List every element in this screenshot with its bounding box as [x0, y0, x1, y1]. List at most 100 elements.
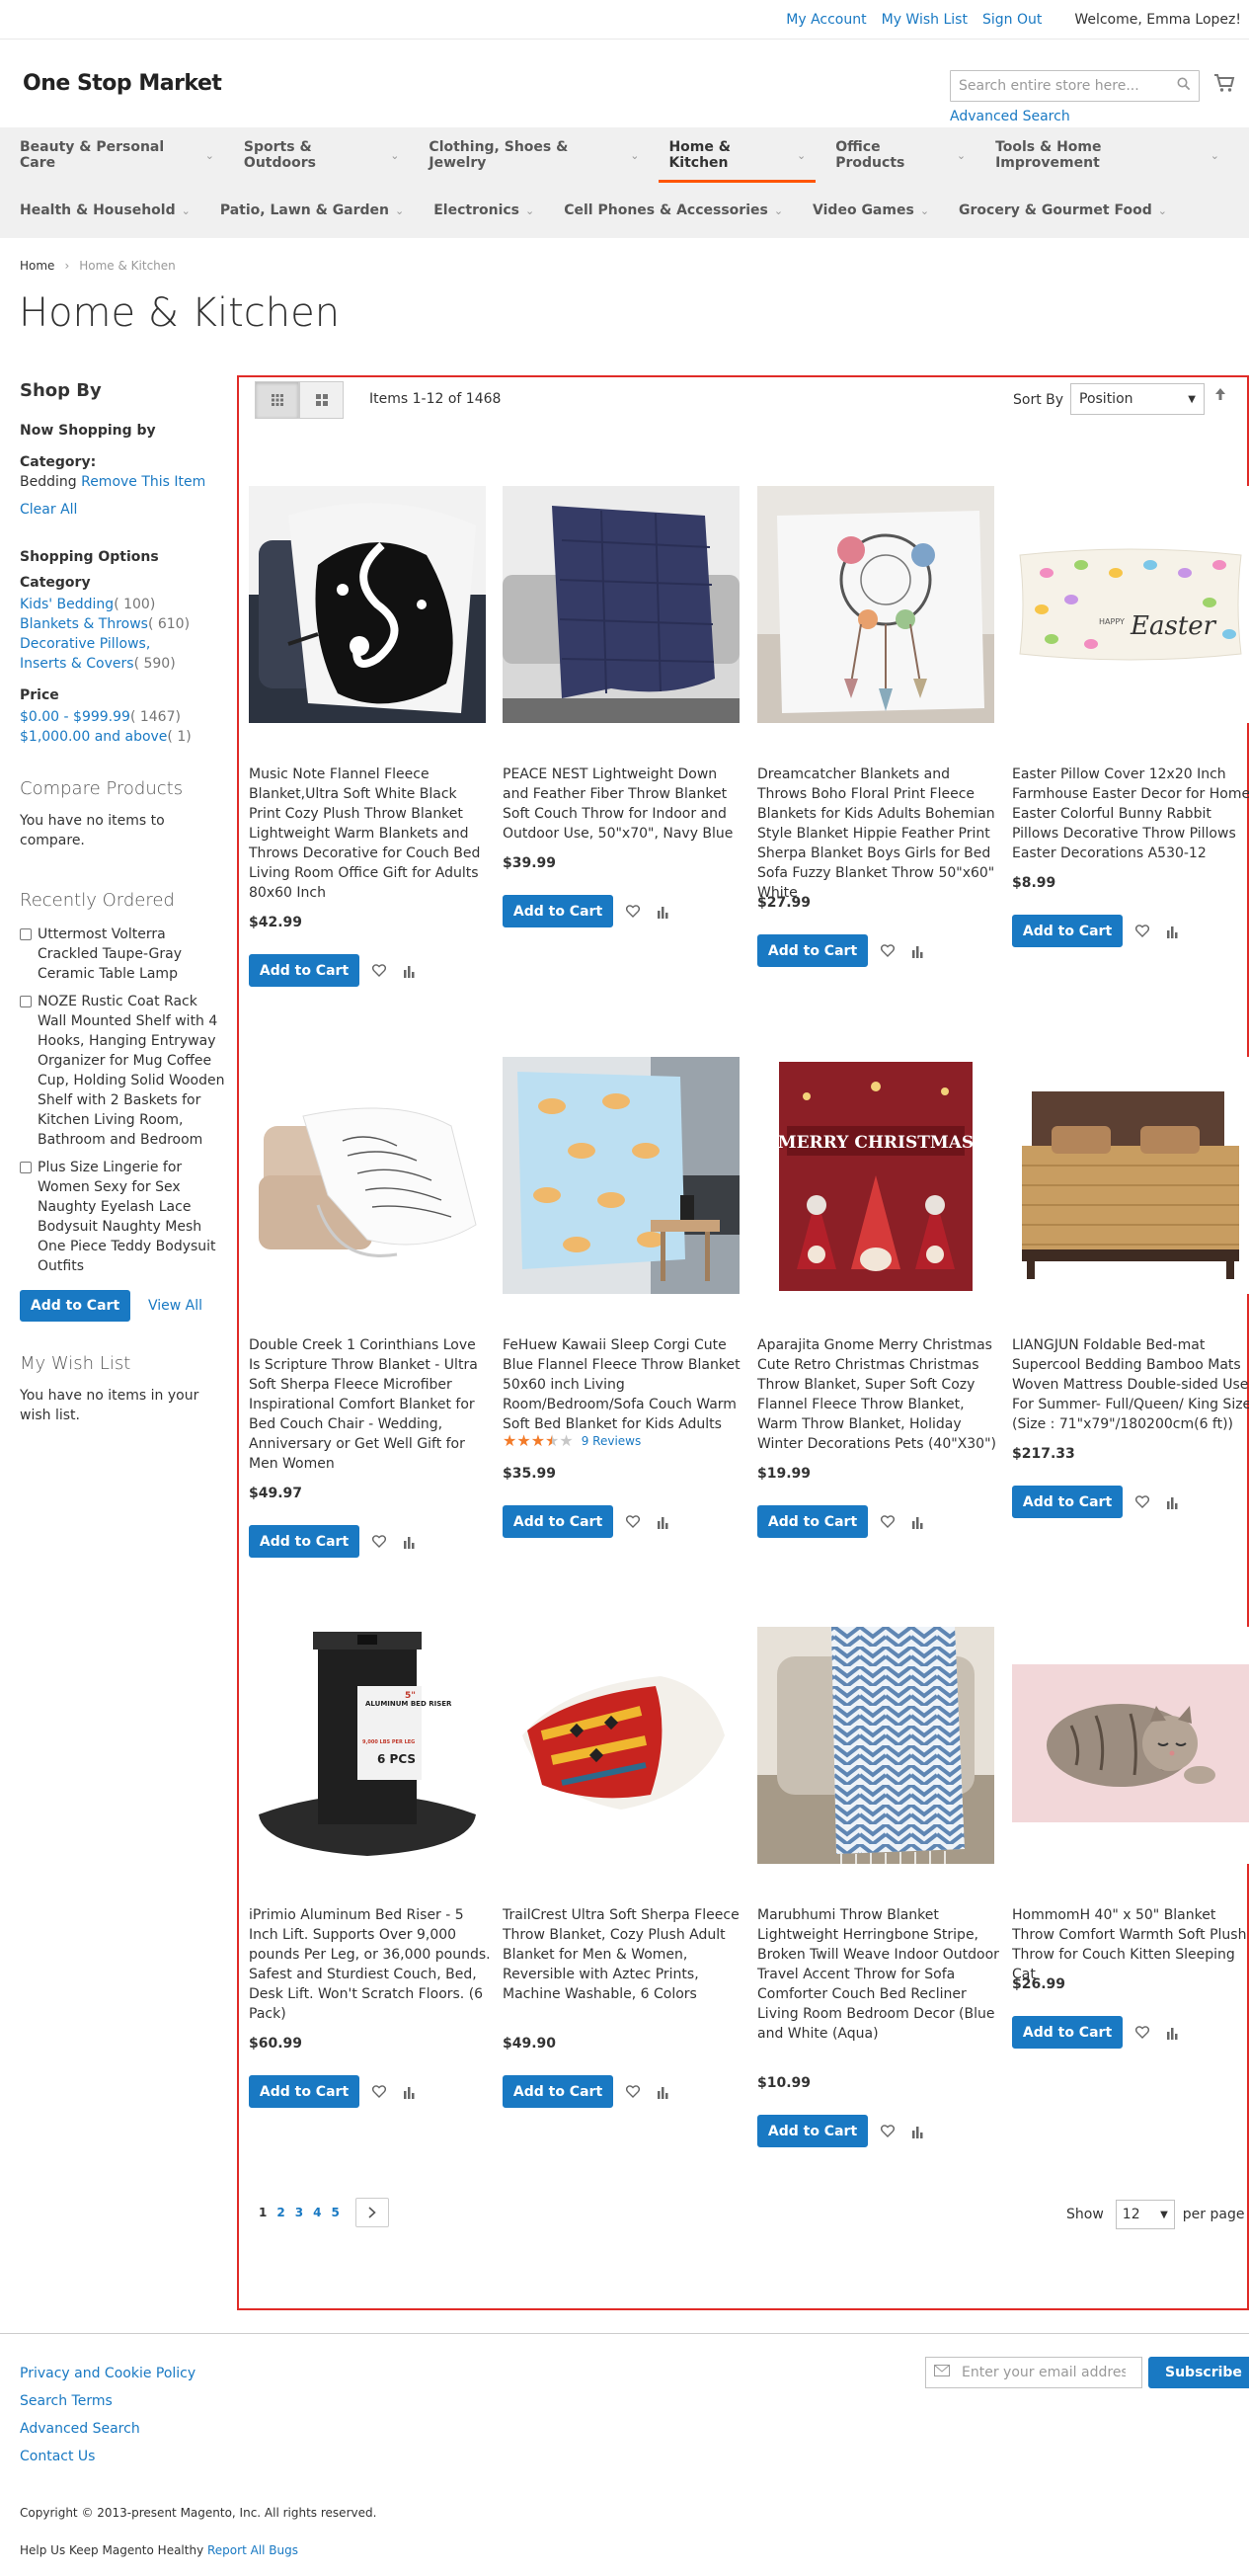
product-name[interactable]: Music Note Flannel Fleece Blanket,Ultra …	[249, 765, 491, 903]
product-image[interactable]: HAPPY Easter	[1012, 486, 1249, 723]
advanced-search-link[interactable]: Advanced Search	[950, 109, 1070, 124]
recent-item-name[interactable]: Plus Size Lingerie for Women Sexy for Se…	[38, 1158, 227, 1276]
add-to-cart-button[interactable]: Add to Cart	[1012, 2016, 1123, 2049]
compare-icon[interactable]	[401, 963, 417, 979]
contact-us-link[interactable]: Contact Us	[20, 2443, 195, 2470]
product-name[interactable]: FeHuew Kawaii Sleep Corgi Cute Blue Flan…	[503, 1335, 744, 1434]
nav-item-electronics[interactable]: Electronics ⌄	[424, 183, 544, 238]
add-to-cart-button[interactable]: Add to Cart	[1012, 1486, 1123, 1518]
recent-item-checkbox[interactable]	[20, 996, 32, 1007]
product-name[interactable]: HommomH 40" x 50" Blanket Throw Comfort …	[1012, 1905, 1249, 1984]
add-to-cart-button[interactable]: Add to Cart	[249, 1525, 359, 1558]
wishlist-heart-icon[interactable]	[1134, 924, 1150, 939]
compare-icon[interactable]	[655, 2084, 670, 2100]
compare-icon[interactable]	[909, 2124, 925, 2139]
page-5[interactable]: 5	[331, 2206, 339, 2219]
compare-icon[interactable]	[909, 1514, 925, 1530]
subscribe-button[interactable]: Subscribe	[1148, 2357, 1249, 2388]
nav-item-health[interactable]: Health & Household ⌄	[10, 183, 200, 238]
product-image[interactable]	[249, 486, 486, 723]
sort-direction-icon[interactable]	[1214, 387, 1226, 405]
add-to-cart-button[interactable]: Add to Cart	[757, 2115, 868, 2147]
wishlist-heart-icon[interactable]	[371, 1534, 387, 1550]
per-page-select[interactable]: 12 ▼	[1115, 2200, 1175, 2229]
price-option[interactable]: $0.00 - $999.99( 1467)	[20, 707, 227, 727]
product-name[interactable]: Easter Pillow Cover 12x20 Inch Farmhouse…	[1012, 765, 1249, 863]
compare-icon[interactable]	[1164, 2025, 1180, 2041]
wishlist-heart-icon[interactable]	[1134, 2025, 1150, 2041]
reviews-link[interactable]: 9 Reviews	[582, 1434, 642, 1448]
wishlist-heart-icon[interactable]	[371, 963, 387, 979]
product-image[interactable]	[1012, 1627, 1249, 1864]
page-3[interactable]: 3	[295, 2206, 303, 2219]
category-option[interactable]: Kids' Bedding( 100)	[20, 595, 227, 614]
privacy-policy-link[interactable]: Privacy and Cookie Policy	[20, 2360, 195, 2387]
nav-item-clothing[interactable]: Clothing, Shoes & Jewelry ⌄	[419, 127, 649, 183]
compare-icon[interactable]	[401, 2084, 417, 2100]
product-image[interactable]: MERRY CHRISTMAS	[757, 1057, 994, 1294]
add-to-cart-button[interactable]: Add to Cart	[1012, 915, 1123, 947]
wishlist-heart-icon[interactable]	[371, 2084, 387, 2100]
add-to-cart-button[interactable]: Add to Cart	[757, 1505, 868, 1538]
product-image[interactable]: ALUMINUM BED RISER 5" 9,000 LBS PER LEG …	[249, 1627, 486, 1864]
nav-item-beauty[interactable]: Beauty & Personal Care ⌄	[10, 127, 224, 183]
compare-icon[interactable]	[1164, 1494, 1180, 1510]
wishlist-heart-icon[interactable]	[625, 2084, 641, 2100]
compare-icon[interactable]	[655, 1514, 670, 1530]
sign-out-link[interactable]: Sign Out	[982, 12, 1042, 28]
search-icon[interactable]	[1177, 77, 1191, 95]
cart-icon[interactable]	[1213, 73, 1235, 97]
view-all-link[interactable]: View All	[148, 1298, 202, 1314]
nav-item-sports[interactable]: Sports & Outdoors ⌄	[234, 127, 410, 183]
price-option-link[interactable]: $0.00 - $999.99	[20, 709, 130, 725]
category-option-link[interactable]: Decorative Pillows, Inserts & Covers	[20, 636, 150, 672]
category-option[interactable]: Decorative Pillows, Inserts & Covers( 59…	[20, 634, 197, 674]
product-image[interactable]	[503, 1057, 740, 1294]
category-option-link[interactable]: Kids' Bedding	[20, 597, 114, 612]
wishlist-heart-icon[interactable]	[880, 2124, 896, 2139]
page-2[interactable]: 2	[276, 2206, 284, 2219]
my-account-link[interactable]: My Account	[786, 12, 866, 28]
product-image[interactable]	[249, 1057, 486, 1294]
newsletter-email-input[interactable]	[960, 2364, 1128, 2381]
footer-advanced-search-link[interactable]: Advanced Search	[20, 2415, 195, 2443]
price-option-link[interactable]: $1,000.00 and above	[20, 729, 167, 745]
wishlist-heart-icon[interactable]	[625, 904, 641, 920]
recent-add-to-cart-button[interactable]: Add to Cart	[20, 1290, 130, 1322]
add-to-cart-button[interactable]: Add to Cart	[249, 2075, 359, 2108]
product-name[interactable]: Double Creek 1 Corinthians Love Is Scrip…	[249, 1335, 491, 1474]
store-logo[interactable]: One Stop Market	[23, 71, 222, 96]
category-option[interactable]: Blankets & Throws( 610)	[20, 614, 227, 634]
nav-item-patio[interactable]: Patio, Lawn & Garden ⌄	[210, 183, 414, 238]
nav-item-tools[interactable]: Tools & Home Improvement ⌄	[985, 127, 1229, 183]
list-view-button[interactable]	[299, 381, 344, 419]
wishlist-heart-icon[interactable]	[625, 1514, 641, 1530]
compare-icon[interactable]	[655, 904, 670, 920]
page-4[interactable]: 4	[313, 2206, 321, 2219]
recent-item-name[interactable]: NOZE Rustic Coat Rack Wall Mounted Shelf…	[38, 992, 227, 1150]
nav-item-grocery[interactable]: Grocery & Gourmet Food ⌄	[949, 183, 1177, 238]
product-name[interactable]: Aparajita Gnome Merry Christmas Cute Ret…	[757, 1335, 999, 1454]
product-image[interactable]	[757, 1627, 994, 1864]
grid-view-button[interactable]	[255, 381, 299, 419]
recent-item-name[interactable]: Uttermost Volterra Crackled Taupe-Gray C…	[38, 925, 227, 984]
product-name[interactable]: TrailCrest Ultra Soft Sherpa Fleece Thro…	[503, 1905, 744, 2004]
product-image[interactable]	[503, 486, 740, 723]
product-image[interactable]	[503, 1627, 740, 1864]
nav-item-home-kitchen[interactable]: Home & Kitchen ⌄	[659, 127, 817, 183]
wishlist-heart-icon[interactable]	[880, 943, 896, 959]
search-input[interactable]	[959, 78, 1177, 94]
recent-item-checkbox[interactable]	[20, 1162, 32, 1173]
nav-item-video-games[interactable]: Video Games ⌄	[803, 183, 939, 238]
report-bugs-link[interactable]: Report All Bugs	[207, 2543, 298, 2557]
product-image[interactable]	[757, 486, 994, 723]
nav-item-cell-phones[interactable]: Cell Phones & Accessories ⌄	[554, 183, 793, 238]
nav-item-office[interactable]: Office Products ⌄	[825, 127, 976, 183]
recent-item-checkbox[interactable]	[20, 928, 32, 940]
remove-filter-link[interactable]: Remove This Item	[81, 474, 205, 490]
next-page-button[interactable]	[354, 2198, 389, 2227]
category-option-link[interactable]: Blankets & Throws	[20, 616, 148, 632]
compare-icon[interactable]	[1164, 924, 1180, 939]
product-name[interactable]: Marubhumi Throw Blanket Lightweight Herr…	[757, 1905, 999, 2044]
add-to-cart-button[interactable]: Add to Cart	[503, 895, 613, 927]
